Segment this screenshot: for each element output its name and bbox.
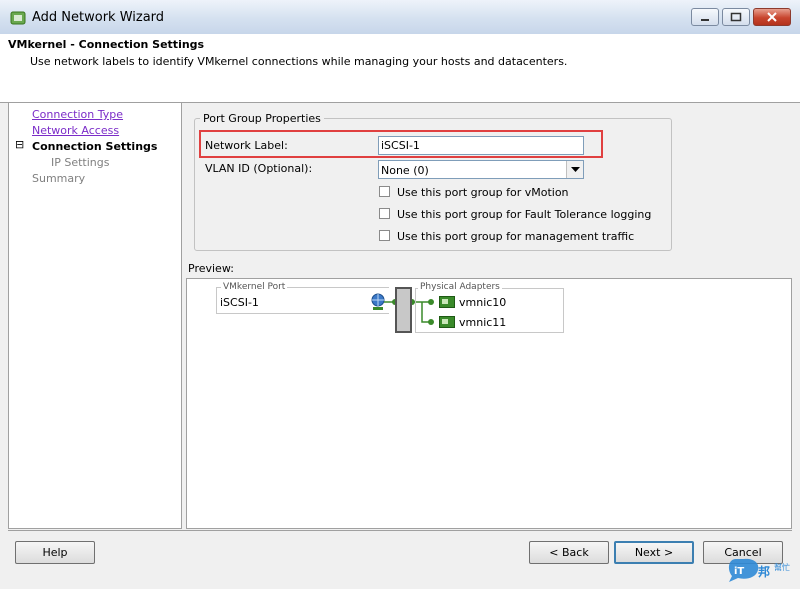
nav-step-network-access[interactable]: Network Access bbox=[32, 124, 119, 137]
vmkernel-port-caption: VMkernel Port bbox=[221, 282, 288, 292]
nav-step-summary: Summary bbox=[32, 172, 86, 185]
maximize-button[interactable] bbox=[722, 8, 750, 26]
collapse-icon[interactable]: ⊟ bbox=[15, 139, 26, 150]
nic-icon bbox=[439, 296, 455, 308]
svg-text:邦: 邦 bbox=[758, 564, 770, 579]
vmkernel-port-name: iSCSI-1 bbox=[220, 296, 259, 309]
wizard-header: VMkernel - Connection Settings Use netwo… bbox=[0, 34, 800, 103]
network-wizard-icon bbox=[10, 11, 26, 25]
close-icon bbox=[767, 12, 777, 22]
separator bbox=[8, 530, 792, 531]
port-group-legend: Port Group Properties bbox=[200, 112, 324, 125]
vlan-id-select[interactable]: None (0) bbox=[378, 160, 584, 179]
svg-text:幫忙: 幫忙 bbox=[774, 562, 790, 572]
network-label-input[interactable] bbox=[378, 136, 584, 155]
management-traffic-checkbox[interactable] bbox=[379, 230, 390, 241]
fault-tolerance-checkbox-label[interactable]: Use this port group for Fault Tolerance … bbox=[397, 208, 651, 221]
maximize-icon bbox=[730, 12, 742, 22]
management-traffic-checkbox-label[interactable]: Use this port group for management traff… bbox=[397, 230, 634, 243]
close-button[interactable] bbox=[753, 8, 791, 26]
page-title: VMkernel - Connection Settings bbox=[8, 38, 205, 51]
nic-icon bbox=[439, 316, 455, 328]
next-button[interactable]: Next > bbox=[614, 541, 694, 564]
vlan-id-value: None (0) bbox=[381, 164, 429, 177]
page-subtitle: Use network labels to identify VMkernel … bbox=[30, 55, 568, 68]
adapter-vmnic10: vmnic10 bbox=[459, 296, 507, 309]
window-title: Add Network Wizard bbox=[32, 10, 165, 25]
physical-adapters-caption: Physical Adapters bbox=[418, 282, 502, 292]
minimize-button[interactable] bbox=[691, 8, 719, 26]
virtual-switch-icon bbox=[395, 287, 412, 333]
fault-tolerance-checkbox[interactable] bbox=[379, 208, 390, 219]
nav-step-ip-settings: IP Settings bbox=[51, 156, 110, 169]
help-button[interactable]: Help bbox=[15, 541, 95, 564]
dropdown-arrow-icon[interactable] bbox=[566, 161, 583, 178]
preview-caption: Preview: bbox=[188, 262, 234, 275]
vmotion-checkbox-label[interactable]: Use this port group for vMotion bbox=[397, 186, 569, 199]
vmotion-checkbox[interactable] bbox=[379, 186, 390, 197]
nav-step-connection-type[interactable]: Connection Type bbox=[32, 108, 123, 121]
vlan-id-caption: VLAN ID (Optional): bbox=[205, 162, 313, 175]
back-button[interactable]: < Back bbox=[529, 541, 609, 564]
minimize-icon bbox=[701, 19, 709, 21]
nav-step-connection-settings[interactable]: Connection Settings bbox=[32, 140, 157, 153]
network-label-caption: Network Label: bbox=[205, 139, 288, 152]
ithome-watermark-logo: iT 邦 幫忙 bbox=[728, 558, 790, 582]
adapter-vmnic11: vmnic11 bbox=[459, 316, 507, 329]
svg-text:iT: iT bbox=[734, 566, 744, 577]
